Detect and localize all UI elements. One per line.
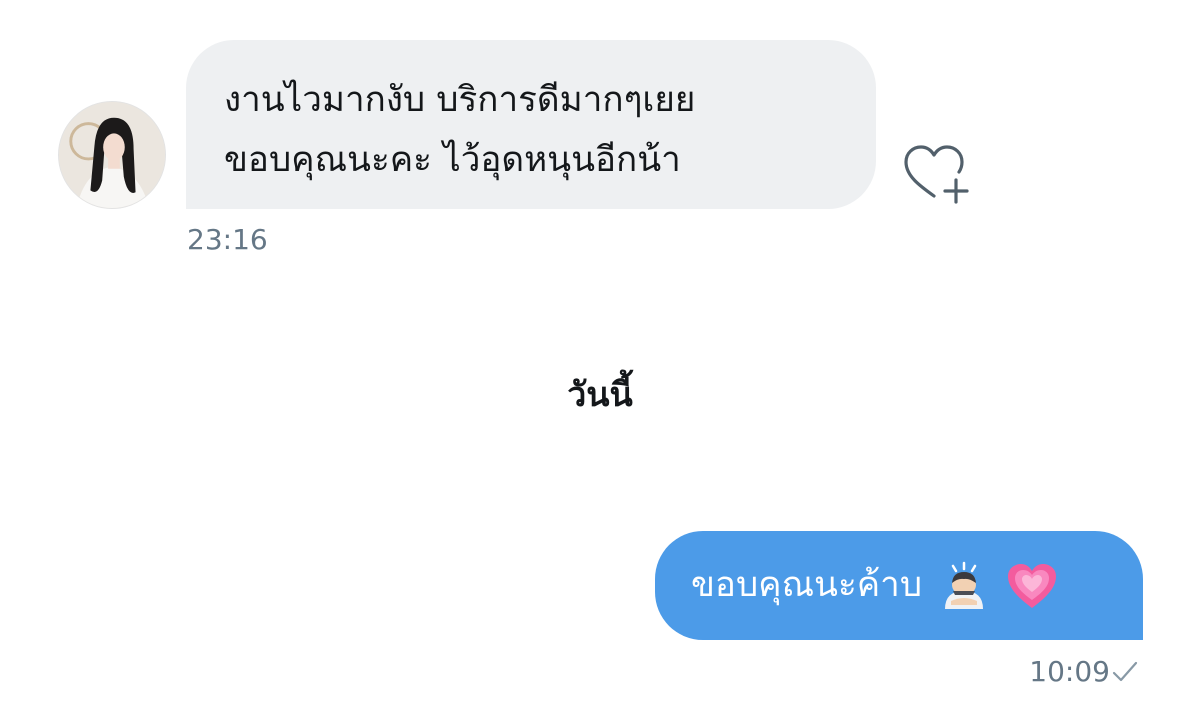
heart-plus-icon[interactable] (900, 144, 970, 206)
incoming-message-bubble[interactable]: งานไวมากงับ บริการดีมากๆเยย ขอบคุณนะคะ ไ… (186, 40, 876, 209)
chat-conversation: งานไวมากงับ บริการดีมากๆเยย ขอบคุณนะคะ ไ… (0, 0, 1200, 710)
avatar[interactable] (58, 101, 166, 209)
person-bowing-emoji (939, 561, 989, 611)
outgoing-message-text: ขอบคุณนะค้าบ (691, 565, 923, 605)
outgoing-message-bubble[interactable]: ขอบคุณนะค้าบ (655, 531, 1143, 640)
growing-heart-emoji (1006, 562, 1058, 610)
incoming-message-line: งานไวมากงับ บริการดีมากๆเยย (224, 80, 696, 120)
outgoing-message-time: 10:09 (1029, 655, 1110, 688)
incoming-message-line: ขอบคุณนะคะ ไว้อุดหนุนอีกน้า (224, 140, 681, 180)
incoming-message-time: 23:16 (187, 223, 268, 256)
checkmark-icon (1112, 660, 1138, 684)
day-separator: วันนี้ (567, 375, 633, 415)
